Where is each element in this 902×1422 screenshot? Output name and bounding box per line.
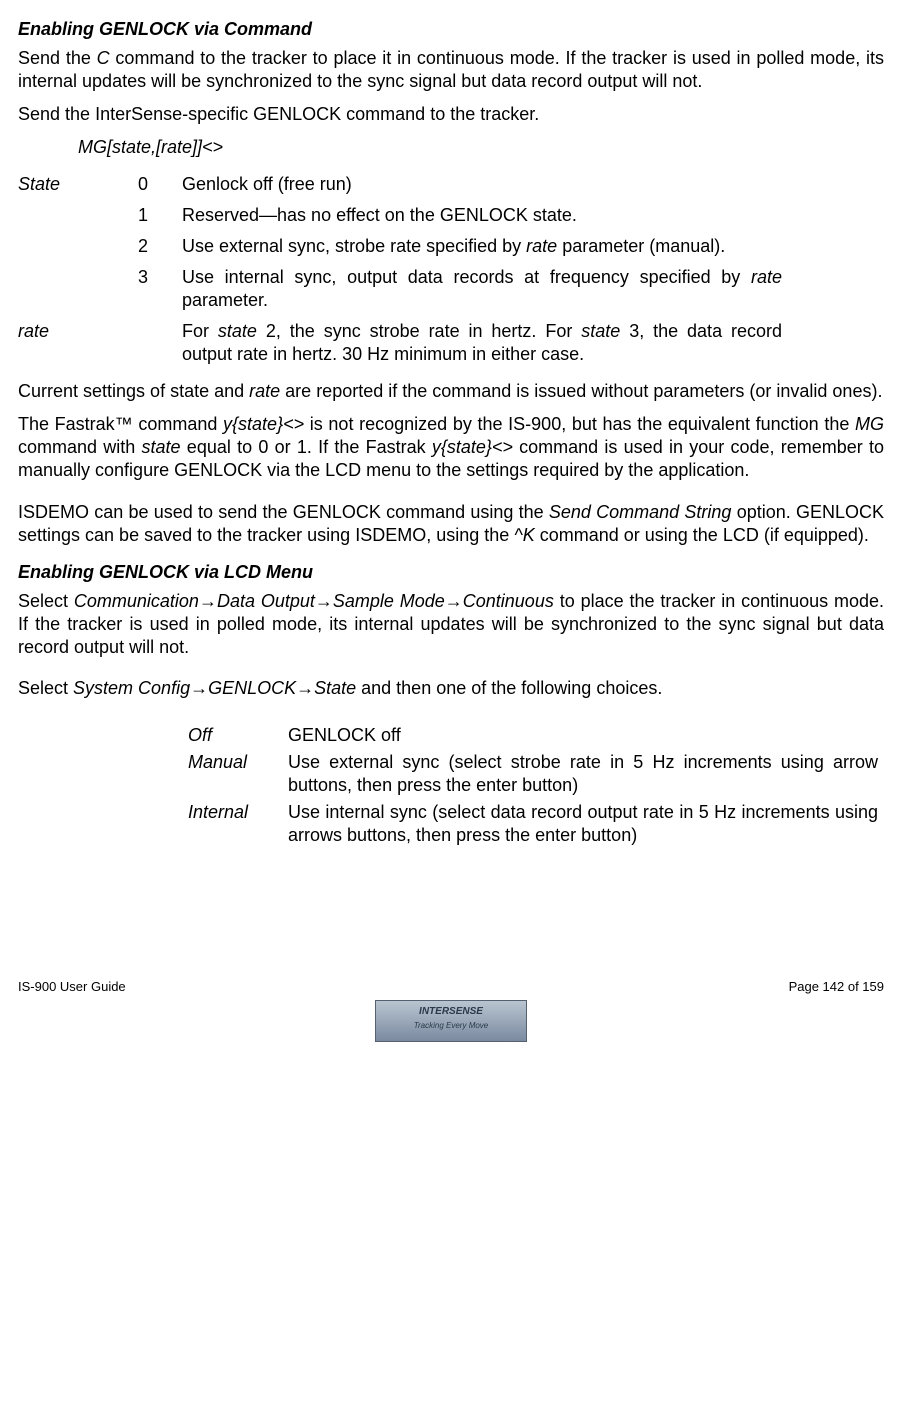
table-row: 2 Use external sync, strobe rate specifi… — [18, 231, 782, 262]
state-word: state — [142, 437, 181, 457]
table-row: State 0 Genlock off (free run) — [18, 169, 782, 200]
para-send-c: Send the C command to the tracker to pla… — [18, 47, 884, 93]
menu-manual-label: Manual — [188, 749, 288, 799]
menu-path: System Config→GENLOCK→State — [73, 678, 356, 698]
page-footer: IS-900 User Guide Page 142 of 159 INTERS… — [18, 979, 884, 1042]
state-key: 3 — [138, 262, 182, 316]
footer-page-number: Page 142 of 159 — [789, 979, 884, 996]
text: The Fastrak™ command — [18, 414, 223, 434]
table-row: 3 Use internal sync, output data records… — [18, 262, 782, 316]
para-fastrak: The Fastrak™ command y{state}<> is not r… — [18, 413, 884, 482]
menu-path: Communication→Data Output→Sample Mode→Co… — [74, 591, 554, 611]
logo-text: INTERSENSE — [419, 1006, 483, 1017]
rate-word: rate — [249, 381, 280, 401]
text: parameter (manual). — [557, 236, 725, 256]
footer-doc-title: IS-900 User Guide — [18, 979, 126, 996]
menu-manual-desc: Use external sync (select strobe rate in… — [288, 749, 878, 799]
text: 2, the sync strobe rate in hertz. For — [257, 321, 581, 341]
text: Current settings of state and — [18, 381, 249, 401]
ctrl-k-cmd: ^K — [514, 525, 534, 545]
state-desc: Reserved—has no effect on the GENLOCK st… — [182, 200, 782, 231]
text: equal to 0 or 1. If the Fastrak — [181, 437, 432, 457]
state-desc: Genlock off (free run) — [182, 169, 782, 200]
text: Select — [18, 591, 74, 611]
menu-internal-desc: Use internal sync (select data record ou… — [288, 799, 878, 849]
intersense-logo: INTERSENSE Tracking Every Move — [375, 1000, 527, 1042]
mg-cmd: MG — [855, 414, 884, 434]
state-key: 1 — [138, 200, 182, 231]
state-word: state — [218, 321, 257, 341]
text: parameter. — [182, 290, 268, 310]
ystate-cmd: y{state}<> — [223, 414, 304, 434]
c-command: C — [97, 48, 110, 68]
para-current-settings: Current settings of state and rate are r… — [18, 380, 884, 403]
text: and then one of the following choices. — [356, 678, 662, 698]
logo-tagline: Tracking Every Move — [414, 1021, 489, 1030]
command-syntax: MG[state,[rate]]<> — [78, 136, 884, 159]
lcd-menu-table: Off GENLOCK off Manual Use external sync… — [188, 722, 878, 849]
menu-off-desc: GENLOCK off — [288, 722, 878, 749]
state-key: 2 — [138, 231, 182, 262]
table-row: rate For state 2, the sync strobe rate i… — [18, 316, 782, 370]
text: Use external sync, strobe rate specified… — [182, 236, 526, 256]
text: Select — [18, 678, 73, 698]
text: ISDEMO can be used to send the GENLOCK c… — [18, 502, 549, 522]
text: is not recognized by the IS-900, but has… — [304, 414, 855, 434]
rate-word: rate — [751, 267, 782, 287]
text: Send the — [18, 48, 97, 68]
text: command to the tracker to place it in co… — [18, 48, 884, 91]
state-desc: Use internal sync, output data records a… — [182, 262, 782, 316]
state-label: State — [18, 169, 138, 200]
section-heading-command: Enabling GENLOCK via Command — [18, 18, 884, 41]
rate-word: rate — [526, 236, 557, 256]
para-send-genlock: Send the InterSense-specific GENLOCK com… — [18, 103, 884, 126]
text: are reported if the command is issued wi… — [280, 381, 882, 401]
text: For — [182, 321, 218, 341]
para-lcd-select2: Select System Config→GENLOCK→State and t… — [18, 677, 884, 700]
menu-internal-label: Internal — [188, 799, 288, 849]
text: command with — [18, 437, 142, 457]
menu-off-label: Off — [188, 722, 288, 749]
text: command or using the LCD (if equipped). — [535, 525, 869, 545]
rate-label: rate — [18, 316, 138, 370]
table-row: Manual Use external sync (select strobe … — [188, 749, 878, 799]
state-table: State 0 Genlock off (free run) 1 Reserve… — [18, 169, 782, 370]
ystate-cmd: y{state}<> — [432, 437, 513, 457]
text: Use internal sync, output data records a… — [182, 267, 751, 287]
rate-desc: For state 2, the sync strobe rate in her… — [182, 316, 782, 370]
state-key: 0 — [138, 169, 182, 200]
state-word: state — [581, 321, 620, 341]
table-row: 1 Reserved—has no effect on the GENLOCK … — [18, 200, 782, 231]
state-desc: Use external sync, strobe rate specified… — [182, 231, 782, 262]
send-command-string: Send Command String — [549, 502, 732, 522]
table-row: Internal Use internal sync (select data … — [188, 799, 878, 849]
table-row: Off GENLOCK off — [188, 722, 878, 749]
para-lcd-select1: Select Communication→Data Output→Sample … — [18, 590, 884, 659]
para-isdemo: ISDEMO can be used to send the GENLOCK c… — [18, 501, 884, 547]
section-heading-lcd: Enabling GENLOCK via LCD Menu — [18, 561, 884, 584]
